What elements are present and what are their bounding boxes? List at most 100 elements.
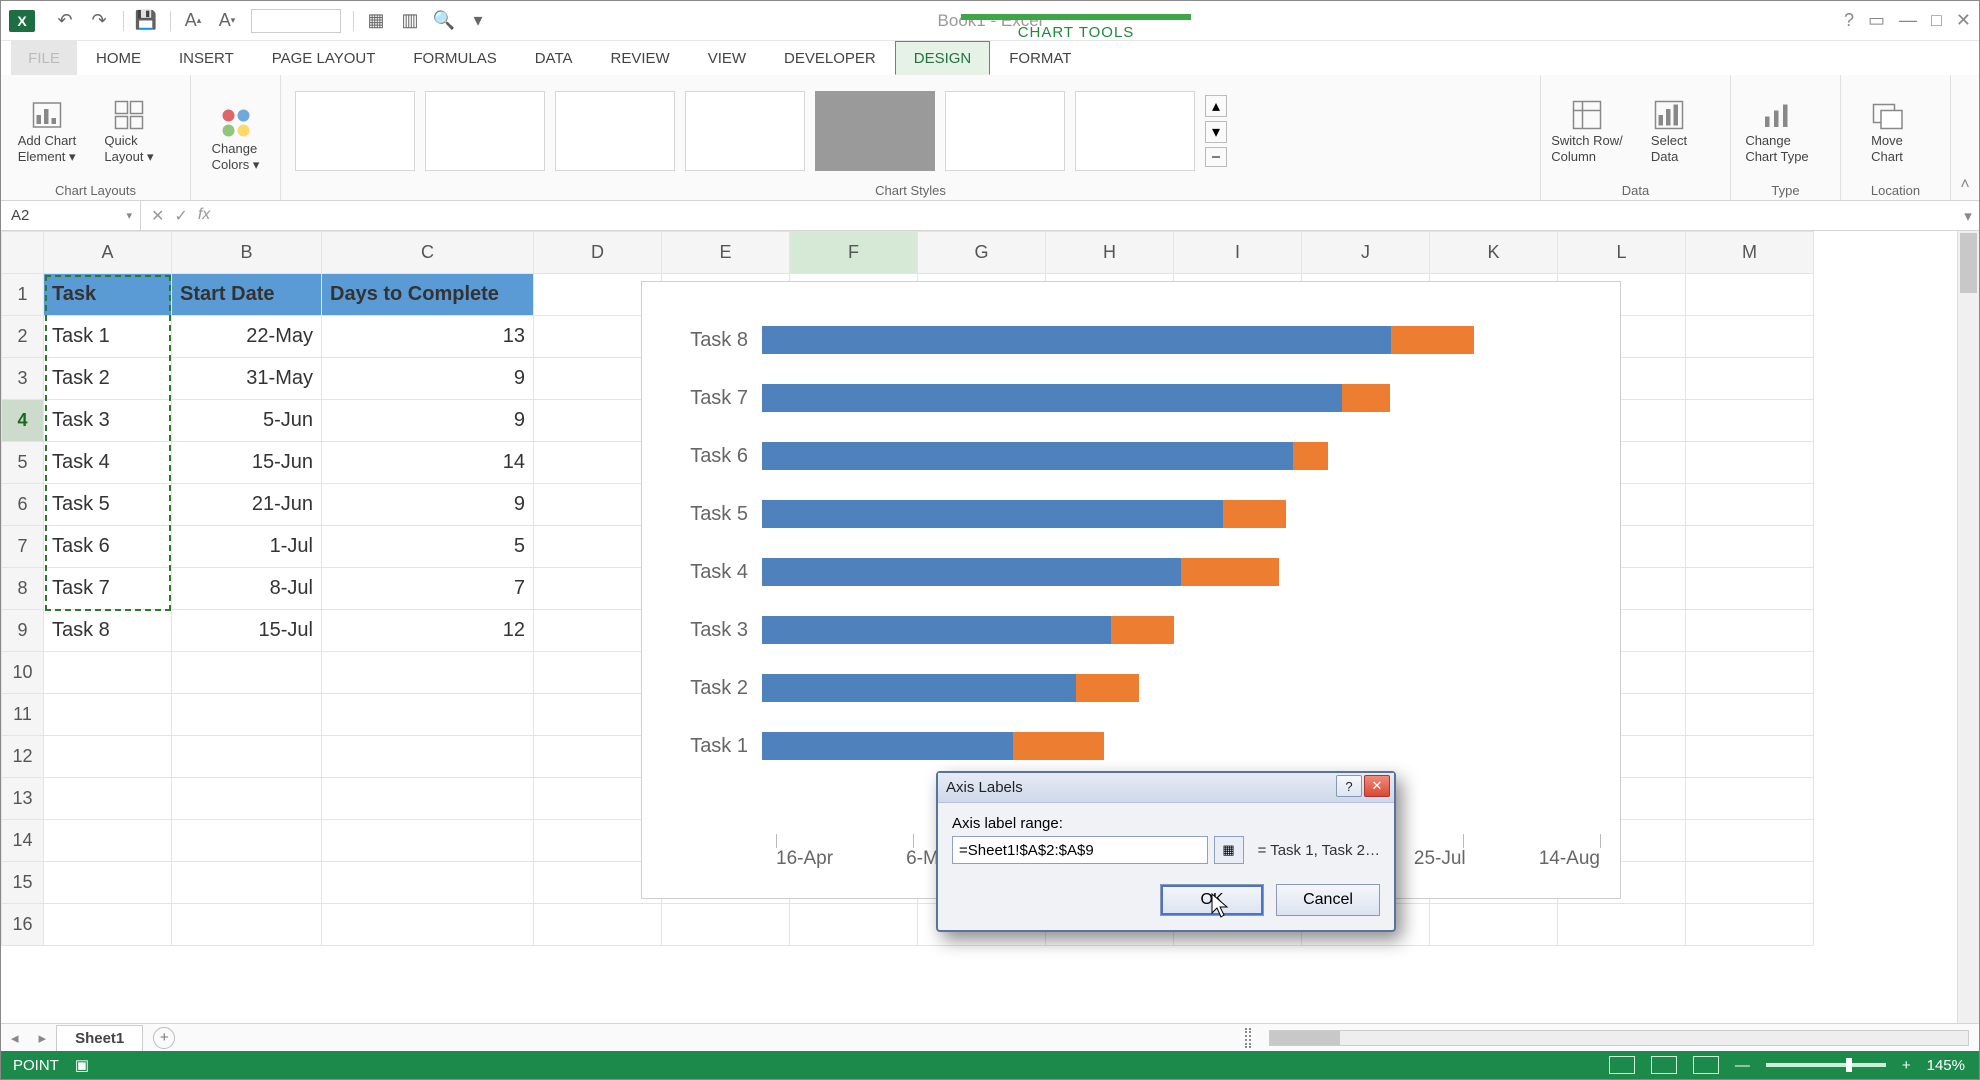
cell[interactable]: 14	[322, 442, 534, 484]
fx-icon[interactable]: fx	[198, 206, 210, 226]
cell[interactable]: 15-Jun	[172, 442, 322, 484]
cell[interactable]	[1686, 274, 1814, 316]
cell[interactable]: Task	[44, 274, 172, 316]
column-header[interactable]: F	[790, 232, 918, 274]
column-header[interactable]: C	[322, 232, 534, 274]
row-header[interactable]: 6	[2, 484, 44, 526]
row-header[interactable]: 3	[2, 358, 44, 400]
zoom-button[interactable]: 🔍	[428, 7, 460, 35]
bar-segment-start[interactable]	[762, 558, 1181, 586]
cell[interactable]	[1686, 568, 1814, 610]
cell[interactable]: 9	[322, 358, 534, 400]
cell[interactable]	[662, 904, 790, 946]
bar-segment-duration[interactable]	[1391, 326, 1475, 354]
cell[interactable]	[790, 904, 918, 946]
sheet-nav-next[interactable]: ▸	[29, 1029, 57, 1047]
cell[interactable]: Task 4	[44, 442, 172, 484]
cell[interactable]	[172, 778, 322, 820]
cell[interactable]	[322, 904, 534, 946]
column-header[interactable]: E	[662, 232, 790, 274]
bar-segment-duration[interactable]	[1013, 732, 1104, 760]
cell[interactable]	[172, 652, 322, 694]
cell[interactable]: 12	[322, 610, 534, 652]
tab-review[interactable]: REVIEW	[592, 41, 689, 75]
cell[interactable]: Task 5	[44, 484, 172, 526]
row-header[interactable]: 7	[2, 526, 44, 568]
cell[interactable]	[172, 694, 322, 736]
column-header[interactable]: I	[1174, 232, 1302, 274]
cell[interactable]	[44, 820, 172, 862]
bar-segment-duration[interactable]	[1223, 500, 1286, 528]
cell[interactable]	[322, 694, 534, 736]
row-header[interactable]: 9	[2, 610, 44, 652]
cell[interactable]	[1686, 694, 1814, 736]
bar-segment-duration[interactable]	[1076, 674, 1139, 702]
cell[interactable]	[322, 736, 534, 778]
horizontal-scrollbar[interactable]	[1269, 1030, 1969, 1046]
cancel-edit-icon[interactable]: ✕	[151, 206, 164, 226]
cell[interactable]	[1430, 904, 1558, 946]
minimize-icon[interactable]: —	[1899, 10, 1917, 31]
ok-button[interactable]: OK	[1160, 884, 1264, 916]
chart-style-thumb[interactable]	[295, 91, 415, 171]
dialog-close-button[interactable]: ✕	[1364, 775, 1390, 797]
cell[interactable]	[1686, 820, 1814, 862]
font-increase-button[interactable]: A▴	[177, 7, 209, 35]
cell[interactable]	[322, 820, 534, 862]
cell[interactable]: Task 3	[44, 400, 172, 442]
zoom-out-button[interactable]: —	[1735, 1057, 1750, 1074]
font-dropdown[interactable]	[251, 9, 341, 33]
sheet-tab[interactable]: Sheet1	[56, 1025, 143, 1051]
row-header[interactable]: 16	[2, 904, 44, 946]
gallery-down-button[interactable]: ▾	[1205, 121, 1227, 143]
cell[interactable]: Task 1	[44, 316, 172, 358]
cell[interactable]	[1686, 400, 1814, 442]
tab-home[interactable]: HOME	[77, 41, 160, 75]
chart-style-thumb[interactable]	[945, 91, 1065, 171]
select-all-corner[interactable]	[2, 232, 44, 274]
cancel-button[interactable]: Cancel	[1276, 884, 1380, 916]
bar-segment-start[interactable]	[762, 674, 1076, 702]
chart-style-thumb[interactable]	[425, 91, 545, 171]
cell[interactable]	[1686, 778, 1814, 820]
cell[interactable]: 5	[322, 526, 534, 568]
move-chart-button[interactable]: Move Chart	[1849, 97, 1925, 164]
qat-icon[interactable]: ▦	[360, 7, 392, 35]
tab-insert[interactable]: INSERT	[160, 41, 253, 75]
redo-button[interactable]: ↷	[83, 7, 115, 35]
cell[interactable]	[44, 694, 172, 736]
column-header[interactable]: L	[1558, 232, 1686, 274]
cell[interactable]	[1686, 904, 1814, 946]
switch-row-column-button[interactable]: Switch Row/ Column	[1549, 97, 1625, 164]
maximize-icon[interactable]: □	[1931, 10, 1942, 31]
row-header[interactable]: 11	[2, 694, 44, 736]
cell[interactable]	[1686, 652, 1814, 694]
cell[interactable]	[172, 820, 322, 862]
ribbon-collapse-icon[interactable]: ˄	[1951, 75, 1979, 200]
tab-page-layout[interactable]: PAGE LAYOUT	[253, 41, 395, 75]
help-icon[interactable]: ?	[1844, 10, 1854, 31]
row-header[interactable]: 10	[2, 652, 44, 694]
row-header[interactable]: 5	[2, 442, 44, 484]
cell[interactable]	[1686, 358, 1814, 400]
cell[interactable]: 9	[322, 400, 534, 442]
select-data-button[interactable]: Select Data	[1631, 97, 1707, 164]
column-header[interactable]: J	[1302, 232, 1430, 274]
change-colors-button[interactable]: Change Colors ▾	[199, 105, 272, 172]
page-break-view-button[interactable]	[1693, 1056, 1719, 1074]
bar-segment-duration[interactable]	[1111, 616, 1174, 644]
sheet-nav-prev[interactable]: ◂	[1, 1029, 29, 1047]
undo-button[interactable]: ↶	[49, 7, 81, 35]
cell[interactable]	[1686, 526, 1814, 568]
row-header[interactable]: 2	[2, 316, 44, 358]
page-layout-view-button[interactable]	[1651, 1056, 1677, 1074]
cell[interactable]: 15-Jul	[172, 610, 322, 652]
chart-style-thumb[interactable]	[685, 91, 805, 171]
collapse-dialog-button[interactable]: ▦	[1214, 836, 1244, 864]
formula-expand-icon[interactable]: ▾	[1957, 207, 1979, 225]
column-header[interactable]: K	[1430, 232, 1558, 274]
cell[interactable]	[322, 862, 534, 904]
row-header[interactable]: 1	[2, 274, 44, 316]
cell[interactable]: Task 7	[44, 568, 172, 610]
cell[interactable]	[322, 778, 534, 820]
